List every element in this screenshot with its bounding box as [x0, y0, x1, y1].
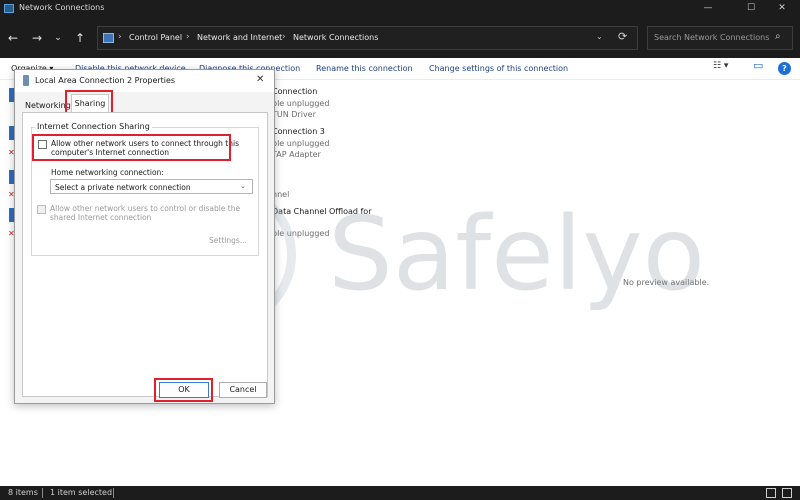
- list-item-status: ble unplugged: [272, 229, 330, 238]
- home-networking-value: Select a private network connection: [55, 183, 191, 192]
- allow-control-checkbox[interactable]: [37, 205, 46, 214]
- breadcrumb-separator-icon: ›: [186, 32, 190, 42]
- allow-control-label-line1: Allow other network users to control or …: [50, 204, 241, 213]
- allow-control-label-line2: shared Internet connection: [50, 213, 152, 222]
- help-icon[interactable]: ?: [778, 62, 791, 75]
- back-arrow-icon[interactable]: ←: [5, 30, 21, 46]
- up-arrow-icon[interactable]: ↑: [72, 30, 88, 46]
- search-box[interactable]: Search Network Connections ⌕: [647, 26, 793, 50]
- minimize-button[interactable]: —: [685, 0, 731, 18]
- control-panel-icon: [103, 33, 114, 43]
- address-dropdown-icon[interactable]: ⌄: [596, 32, 603, 41]
- navigation-bar: ← → ⌄ ↑ › Control Panel › Network and In…: [0, 18, 800, 58]
- no-preview-text: No preview available.: [623, 278, 710, 287]
- selected-count: 1 item selected: [50, 488, 113, 497]
- properties-dialog: Local Area Connection 2 Properties ✕ Net…: [14, 69, 275, 404]
- list-item-status: ble unplugged: [272, 99, 330, 108]
- list-item-name[interactable]: Connection: [272, 87, 317, 96]
- home-networking-label: Home networking connection:: [51, 168, 164, 177]
- watermark-text: Safelyo: [328, 195, 706, 314]
- large-icons-view-icon[interactable]: [782, 488, 792, 498]
- dialog-title-bar: Local Area Connection 2 Properties ✕: [15, 70, 274, 92]
- dialog-title: Local Area Connection 2 Properties: [35, 76, 176, 85]
- change-view-icon[interactable]: ☷ ▾: [713, 61, 728, 71]
- network-cable-icon: [23, 75, 29, 86]
- sharing-tab-panel: Internet Connection Sharing Allow other …: [22, 112, 268, 397]
- search-input[interactable]: Search Network Connections: [654, 33, 769, 42]
- forward-arrow-icon[interactable]: →: [29, 30, 45, 46]
- list-item-status: ble unplugged: [272, 139, 330, 148]
- rename-connection-command[interactable]: Rename this connection: [316, 64, 413, 73]
- breadcrumb-network-and-internet[interactable]: Network and Internet: [197, 33, 282, 42]
- settings-button[interactable]: Settings...: [209, 236, 247, 245]
- list-item-name[interactable]: Connection 3: [272, 127, 325, 136]
- window-title: Network Connections: [19, 3, 105, 12]
- tab-networking[interactable]: Networking: [25, 101, 71, 110]
- cancel-button[interactable]: Cancel: [219, 382, 267, 398]
- preview-pane-icon[interactable]: ▭: [753, 59, 763, 72]
- recent-locations-icon[interactable]: ⌄: [50, 30, 66, 46]
- breadcrumb-control-panel[interactable]: Control Panel: [129, 33, 182, 42]
- list-item-device: TUN Driver: [272, 110, 316, 119]
- address-bar[interactable]: › Control Panel › Network and Internet ›…: [97, 26, 638, 50]
- allow-connect-highlight: [32, 134, 231, 161]
- status-divider: [42, 488, 43, 498]
- refresh-icon[interactable]: ⟳: [618, 30, 627, 43]
- ok-button-highlight: [154, 378, 213, 402]
- network-connections-app-icon: [4, 4, 14, 13]
- items-count: 8 items: [8, 488, 38, 497]
- breadcrumb-separator-icon: ›: [118, 32, 122, 42]
- list-item-device: TAP Adapter: [272, 150, 321, 159]
- list-item-name[interactable]: Data Channel Offload for: [272, 207, 371, 216]
- status-divider: [113, 488, 114, 498]
- title-bar: Network Connections — ☐ ✕: [0, 0, 800, 18]
- chevron-down-icon[interactable]: ⌄: [240, 182, 246, 190]
- details-view-icon[interactable]: [766, 488, 776, 498]
- breadcrumb-separator-icon: ›: [282, 32, 286, 42]
- change-settings-command[interactable]: Change settings of this connection: [429, 64, 568, 73]
- close-window-button[interactable]: ✕: [759, 0, 800, 18]
- dialog-close-icon[interactable]: ✕: [256, 74, 264, 85]
- ics-group-label: Internet Connection Sharing: [35, 122, 152, 131]
- home-networking-select[interactable]: Select a private network connection ⌄: [50, 179, 253, 194]
- status-bar: 8 items 1 item selected: [0, 486, 800, 500]
- search-icon[interactable]: ⌕: [775, 31, 781, 42]
- breadcrumb-network-connections[interactable]: Network Connections: [293, 33, 378, 42]
